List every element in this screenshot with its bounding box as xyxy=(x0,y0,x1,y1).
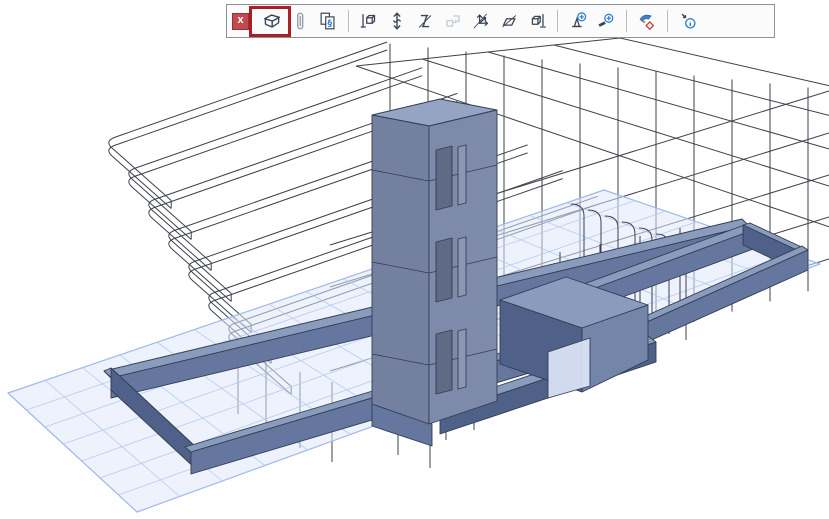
building-core xyxy=(372,99,497,424)
editing-plane-button[interactable] xyxy=(259,8,285,34)
element-info-button[interactable] xyxy=(675,8,701,34)
offset-button xyxy=(440,8,466,34)
drag-button[interactable] xyxy=(356,8,382,34)
offset-icon xyxy=(442,10,464,32)
zoom-increase-button[interactable] xyxy=(565,8,591,34)
svg-text:§: § xyxy=(328,18,333,29)
zoom-edit-icon xyxy=(595,10,617,32)
multiply-button[interactable] xyxy=(468,8,494,34)
trace-reference-icon: § xyxy=(317,10,339,32)
toolbar-separator xyxy=(667,10,668,32)
rotate-button[interactable] xyxy=(524,8,550,34)
element-info-icon xyxy=(677,10,699,32)
drag-icon xyxy=(358,10,380,32)
toolbar-separator xyxy=(626,10,627,32)
editing-plane-icon xyxy=(261,10,283,32)
3d-viewport[interactable] xyxy=(0,0,829,519)
editing-toolbar: x § xyxy=(226,4,775,38)
zoom-edit-button[interactable] xyxy=(593,8,619,34)
multiply-icon xyxy=(470,10,492,32)
stretch-icon xyxy=(414,10,436,32)
app-window: x § xyxy=(0,0,829,519)
skew-button[interactable] xyxy=(496,8,522,34)
stretch-button[interactable] xyxy=(412,8,438,34)
zoom-increase-icon xyxy=(567,10,589,32)
gravity-button[interactable] xyxy=(287,8,313,34)
rotate-icon xyxy=(526,10,548,32)
elevate-button[interactable] xyxy=(384,8,410,34)
visualization-icon xyxy=(636,10,658,32)
gravity-icon xyxy=(289,10,311,32)
close-icon[interactable]: x xyxy=(232,13,249,30)
toolbar-separator xyxy=(557,10,558,32)
skew-icon xyxy=(498,10,520,32)
trace-reference-button[interactable]: § xyxy=(315,8,341,34)
elevate-icon xyxy=(386,10,408,32)
toolbar-separator xyxy=(348,10,349,32)
visualization-button[interactable] xyxy=(634,8,660,34)
